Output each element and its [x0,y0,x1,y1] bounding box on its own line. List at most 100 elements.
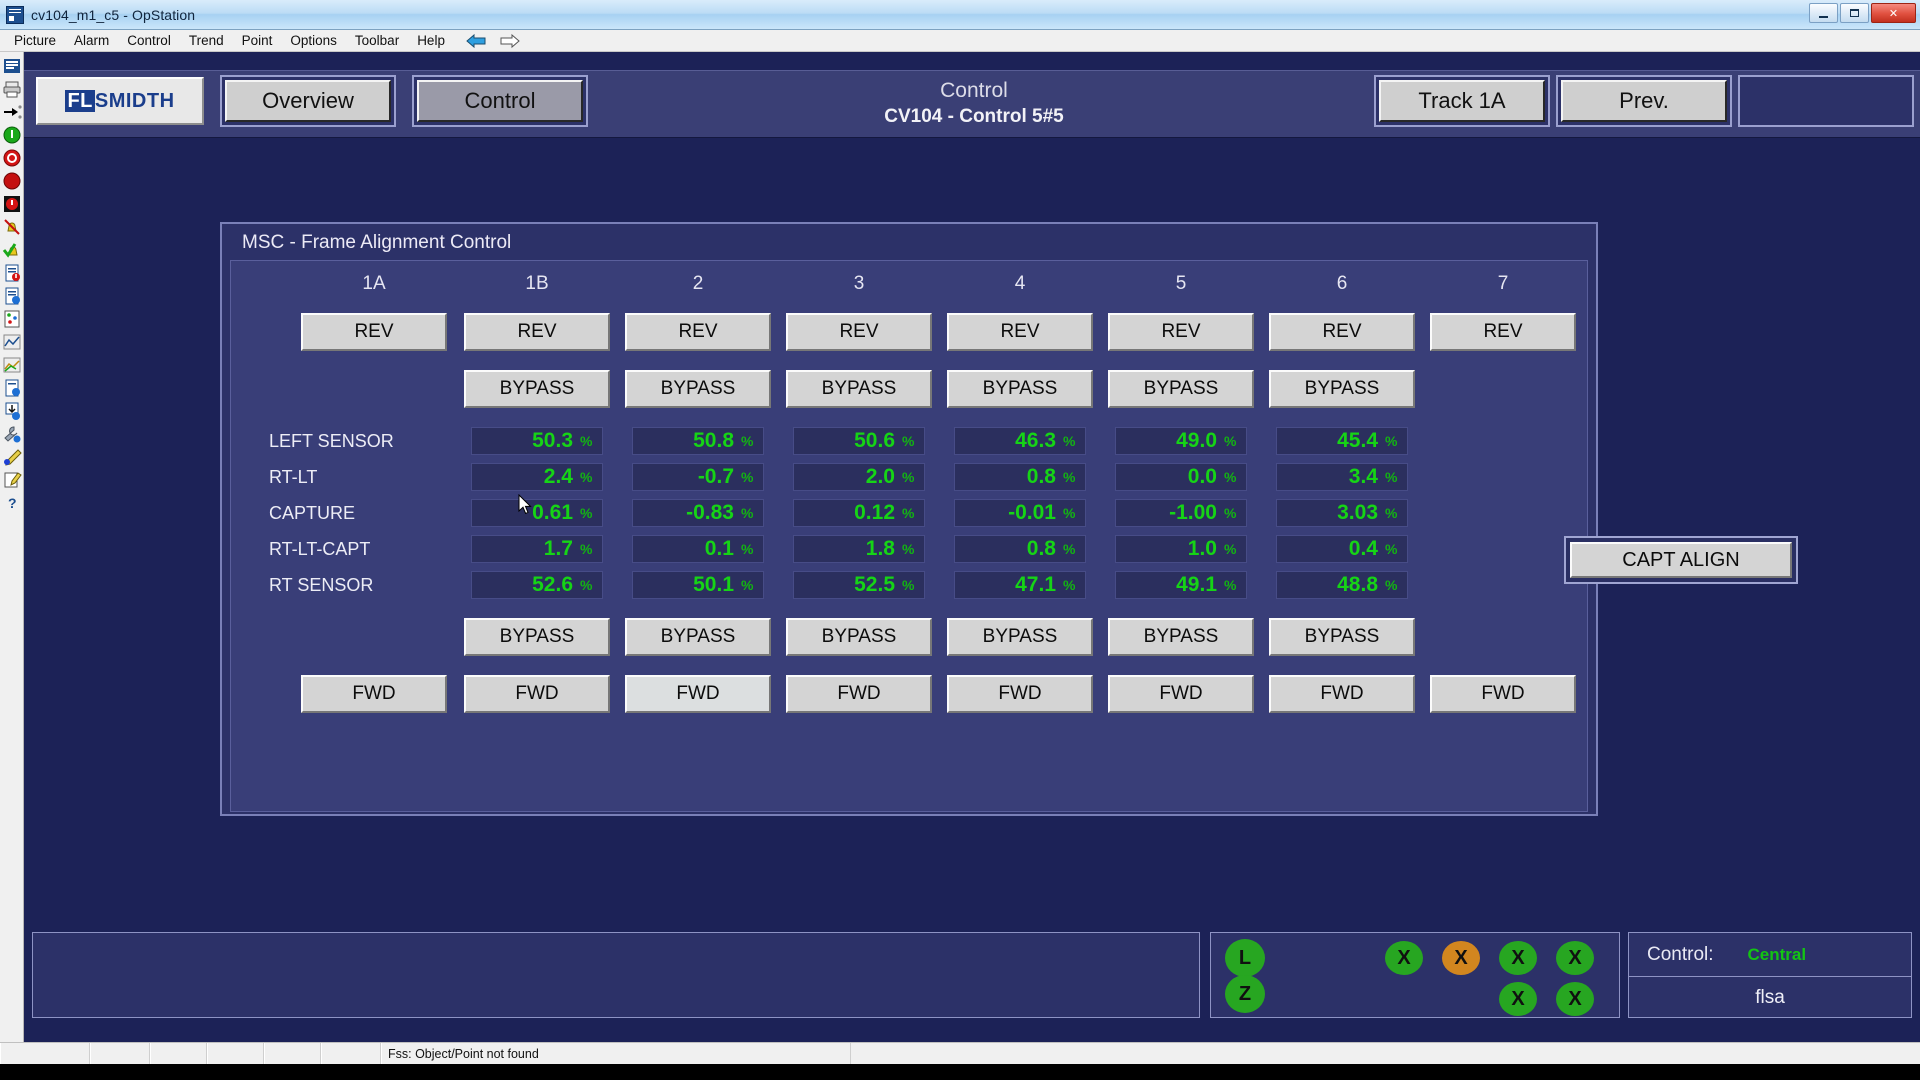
minimize-button[interactable] [1809,3,1838,23]
document-info-icon[interactable] [2,378,22,398]
button-bypass-bottom-2[interactable]: BYPASS [625,618,771,656]
button-bypass-top-5[interactable]: BYPASS [1108,370,1254,408]
edit-icon[interactable] [2,470,22,490]
button-bypass-top-1b[interactable]: BYPASS [464,370,610,408]
stop-icon[interactable] [2,148,22,168]
emergency-icon[interactable] [2,194,22,214]
alarm-banner-panel[interactable] [32,932,1200,1018]
value-capture-col-3[interactable]: 0.12% [793,499,925,527]
button-bypass-bottom-5[interactable]: BYPASS [1108,618,1254,656]
value-rt-sensor-col-3[interactable]: 52.5% [793,571,925,599]
value-rt-lt-capt-col-4[interactable]: 0.8% [954,535,1086,563]
button-bypass-bottom-4[interactable]: BYPASS [947,618,1093,656]
value-rt-lt-col-3[interactable]: 2.0% [793,463,925,491]
value-capture-col-2[interactable]: -0.83% [632,499,764,527]
help-icon[interactable]: ? [2,493,22,513]
value-rt-sensor-col-4[interactable]: 47.1% [954,571,1086,599]
value-capture-col-4[interactable]: -0.01% [954,499,1086,527]
value-left-sensor-col-4[interactable]: 46.3% [954,427,1086,455]
value-rt-lt-capt-col-1b[interactable]: 1.7% [471,535,603,563]
value-rt-lt-capt-col-5[interactable]: 1.0% [1115,535,1247,563]
value-rt-lt-col-4[interactable]: 0.8% [954,463,1086,491]
button-bypass-top-2[interactable]: BYPASS [625,370,771,408]
value-capture-col-5[interactable]: -1.00% [1115,499,1247,527]
control-mode-row[interactable]: Control: Central [1629,933,1911,977]
button-bypass-bottom-3[interactable]: BYPASS [786,618,932,656]
button-fwd-1b[interactable]: FWD [464,675,610,713]
picture-icon[interactable] [2,56,22,76]
button-rev-4[interactable]: REV [947,313,1093,351]
menu-item-toolbar[interactable]: Toolbar [346,31,408,50]
button-rev-3[interactable]: REV [786,313,932,351]
value-left-sensor-col-6[interactable]: 45.4% [1276,427,1408,455]
pen-icon[interactable] [2,447,22,467]
lamp-x-2[interactable]: X [1442,941,1480,975]
value-capture-col-1b[interactable]: 0.61% [471,499,603,527]
lamp-x-3[interactable]: X [1499,941,1537,975]
trend-icon[interactable] [2,332,22,352]
tools-icon[interactable] [2,424,22,444]
lamp-Z[interactable]: Z [1225,975,1265,1013]
button-fwd-4[interactable]: FWD [947,675,1093,713]
start-icon[interactable] [2,125,22,145]
value-left-sensor-col-1b[interactable]: 50.3% [471,427,603,455]
close-button[interactable]: ✕ [1871,3,1916,23]
menu-item-picture[interactable]: Picture [5,31,65,50]
maximize-button[interactable] [1840,3,1869,23]
back-arrow-icon[interactable] [464,33,488,49]
value-rt-sensor-col-2[interactable]: 50.1% [632,571,764,599]
button-fwd-7[interactable]: FWD [1430,675,1576,713]
lamp-x-6[interactable]: X [1556,982,1594,1016]
menu-item-options[interactable]: Options [281,31,346,50]
button-empty-slot[interactable] [1743,80,1909,122]
alarm-ack-icon[interactable] [2,240,22,260]
value-rt-lt-capt-col-6[interactable]: 0.4% [1276,535,1408,563]
button-rev-6[interactable]: REV [1269,313,1415,351]
button-capt-align[interactable]: CAPT ALIGN [1570,542,1792,578]
value-left-sensor-col-3[interactable]: 50.6% [793,427,925,455]
button-prev[interactable]: Prev. [1561,80,1727,122]
button-rev-2[interactable]: REV [625,313,771,351]
button-rev-7[interactable]: REV [1430,313,1576,351]
value-rt-sensor-col-6[interactable]: 48.8% [1276,571,1408,599]
button-fwd-1a[interactable]: FWD [301,675,447,713]
menu-item-point[interactable]: Point [233,31,282,50]
menu-item-alarm[interactable]: Alarm [65,31,118,50]
menu-item-trend[interactable]: Trend [180,31,233,50]
halt-icon[interactable] [2,171,22,191]
menu-item-control[interactable]: Control [118,31,180,50]
value-rt-lt-col-1b[interactable]: 2.4% [471,463,603,491]
button-bypass-bottom-6[interactable]: BYPASS [1269,618,1415,656]
forward-arrow-icon[interactable] [498,33,522,49]
button-bypass-top-3[interactable]: BYPASS [786,370,932,408]
value-left-sensor-col-5[interactable]: 49.0% [1115,427,1247,455]
lamp-x-5[interactable]: X [1499,982,1537,1016]
button-track-1a[interactable]: Track 1A [1379,80,1545,122]
value-rt-lt-col-6[interactable]: 3.4% [1276,463,1408,491]
button-control[interactable]: Control [417,80,583,122]
value-rt-lt-capt-col-3[interactable]: 1.8% [793,535,925,563]
button-rev-1b[interactable]: REV [464,313,610,351]
download-icon[interactable] [2,401,22,421]
value-left-sensor-col-2[interactable]: 50.8% [632,427,764,455]
lamp-x-1[interactable]: X [1385,941,1423,975]
trend-plot-icon[interactable] [2,355,22,375]
button-bypass-bottom-1b[interactable]: BYPASS [464,618,610,656]
button-rev-5[interactable]: REV [1108,313,1254,351]
menu-item-help[interactable]: Help [408,31,454,50]
jump-icon[interactable] [2,102,22,122]
button-fwd-3[interactable]: FWD [786,675,932,713]
lamp-x-4[interactable]: X [1556,941,1594,975]
value-rt-lt-capt-col-2[interactable]: 0.1% [632,535,764,563]
button-bypass-top-6[interactable]: BYPASS [1269,370,1415,408]
button-overview[interactable]: Overview [225,80,391,122]
points-icon[interactable] [2,309,22,329]
value-rt-sensor-col-1b[interactable]: 52.6% [471,571,603,599]
value-rt-sensor-col-5[interactable]: 49.1% [1115,571,1247,599]
value-capture-col-6[interactable]: 3.03% [1276,499,1408,527]
lamp-L[interactable]: L [1225,939,1265,977]
report-info-icon[interactable] [2,286,22,306]
value-rt-lt-col-2[interactable]: -0.7% [632,463,764,491]
button-fwd-6[interactable]: FWD [1269,675,1415,713]
print-icon[interactable] [2,79,22,99]
